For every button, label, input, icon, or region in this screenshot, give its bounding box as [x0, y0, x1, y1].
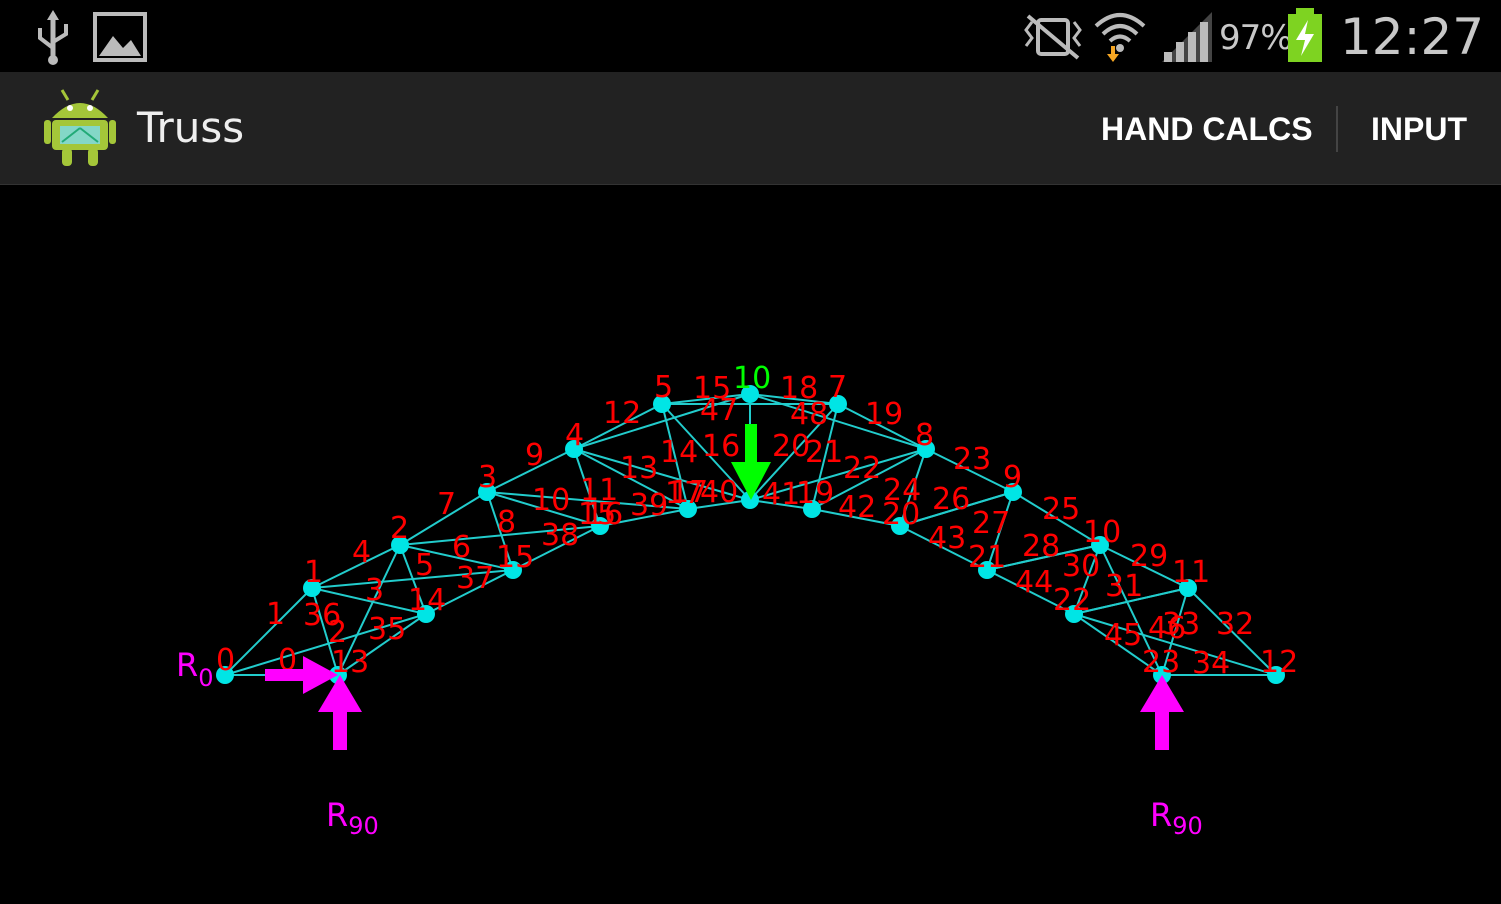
truss-canvas[interactable]: 1 0 36 2 3 35 4 5 6 37 7 8 15 38 9 10 11…	[0, 185, 1501, 900]
status-bar: 97% 12:27	[0, 0, 1501, 72]
android-app-icon[interactable]	[44, 86, 116, 170]
clock: 12:27	[1340, 8, 1485, 66]
truss-diagram: 1 0 36 2 3 35 4 5 6 37 7 8 15 38 9 10 11…	[176, 361, 1298, 840]
member-label: 31	[1105, 569, 1143, 604]
member-label: 44	[1015, 565, 1053, 600]
gallery-icon	[93, 12, 147, 62]
node-label: 19	[796, 476, 834, 511]
member-label: 28	[1022, 529, 1060, 564]
member-label: 13	[620, 451, 658, 486]
member-label: 42	[838, 490, 876, 525]
node-label: 11	[1172, 555, 1210, 590]
member-label: 15	[496, 540, 534, 575]
node-label: 3	[478, 460, 497, 495]
member-label: 40	[700, 475, 738, 510]
member-label: 4	[352, 535, 371, 570]
node-label: 9	[1003, 460, 1022, 495]
node-label: 1	[304, 555, 323, 590]
reaction-label-r90-left: R90	[326, 796, 379, 840]
member-label: 37	[456, 561, 494, 596]
member-label: 38	[541, 518, 579, 553]
node-label: 21	[968, 540, 1006, 575]
usb-icon	[38, 10, 68, 65]
member-label: 16	[702, 429, 740, 464]
member-label: 43	[928, 521, 966, 556]
battery-percent: 97%	[1219, 18, 1293, 58]
node-label: 10	[1083, 515, 1121, 550]
node-label: 15	[578, 497, 616, 532]
node-label: 5	[654, 370, 673, 405]
member-label: 3	[365, 573, 384, 608]
member-label: 27	[972, 506, 1010, 541]
member-label: 6	[452, 530, 471, 565]
member-label: 30	[1062, 549, 1100, 584]
node-label: 17	[665, 476, 703, 511]
vibrate-icon	[1024, 14, 1082, 60]
member-label: 45	[1104, 618, 1142, 653]
member-label: 14	[660, 435, 698, 470]
member-label: 19	[865, 397, 903, 432]
member-label: 48	[790, 397, 828, 432]
member-label: 5	[415, 548, 434, 583]
reaction-label-r90-right: R90	[1150, 796, 1203, 840]
member-label: 41	[762, 477, 800, 512]
member-label: 10	[532, 483, 570, 518]
wifi-icon	[1094, 13, 1146, 62]
node-label: 22	[1053, 583, 1091, 618]
member-label: 23	[953, 442, 991, 477]
action-divider	[1336, 106, 1338, 152]
node-label: 4	[565, 418, 584, 453]
battery-icon	[1288, 8, 1322, 62]
member-label: 26	[932, 482, 970, 517]
member-label: 9	[525, 438, 544, 473]
member-label: 1	[266, 597, 285, 632]
node-label: 2	[390, 511, 409, 546]
reaction-label-r0: R0	[176, 646, 214, 692]
node-label: 14	[408, 583, 446, 618]
member-label: 47	[700, 393, 738, 428]
reaction-vertical-arrow-left	[318, 675, 362, 750]
node-label: 20	[882, 497, 920, 532]
node-label: 7	[828, 370, 847, 405]
reaction-horizontal-arrow	[265, 656, 338, 694]
node-label: 0	[216, 643, 235, 678]
member-label: 39	[630, 488, 668, 523]
node-label: 10	[733, 361, 771, 396]
signal-icon	[1162, 12, 1212, 62]
member-label: 33	[1162, 607, 1200, 642]
member-label: 32	[1216, 607, 1254, 642]
member-label: 21	[805, 435, 843, 470]
node-label: 8	[915, 418, 934, 453]
member-label: 7	[437, 487, 456, 522]
member-label: 22	[843, 451, 881, 486]
member-label: 34	[1192, 646, 1230, 681]
member-label: 12	[603, 396, 641, 431]
input-button[interactable]: INPUT	[1371, 111, 1467, 148]
member-label: 25	[1042, 492, 1080, 527]
member-label: 35	[368, 612, 406, 647]
reaction-vertical-arrow-right	[1140, 675, 1184, 750]
node-label: 12	[1260, 645, 1298, 680]
node-label: 23	[1142, 645, 1180, 680]
member-label: 8	[497, 505, 516, 540]
app-title: Truss	[137, 103, 245, 152]
hand-calcs-button[interactable]: HAND CALCS	[1101, 111, 1313, 148]
